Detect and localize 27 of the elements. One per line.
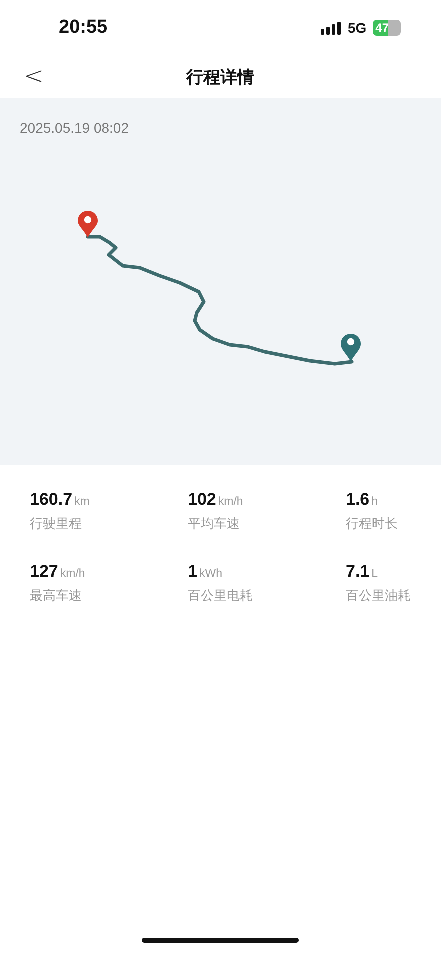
stat-label: 行程时长 bbox=[346, 515, 399, 533]
stat-label: 百公里电耗 bbox=[188, 587, 254, 605]
stat-value: 160.7 bbox=[30, 490, 73, 510]
signal-icon bbox=[320, 22, 342, 34]
network-label: 5G bbox=[348, 20, 367, 36]
stat-value: 102 bbox=[188, 490, 216, 510]
page-title: 行程详情 bbox=[186, 66, 254, 88]
battery-level: 47 bbox=[372, 20, 401, 36]
end-pin-icon bbox=[341, 334, 361, 362]
stat-unit: km/h bbox=[218, 496, 244, 508]
start-pin-icon bbox=[78, 211, 98, 238]
stat-unit: h bbox=[372, 496, 378, 508]
stat-unit: kWh bbox=[199, 568, 222, 580]
stat-unit: L bbox=[372, 568, 378, 580]
stat-value: 7.1 bbox=[346, 562, 370, 582]
trip-datetime: 2025.05.19 08:02 bbox=[20, 120, 129, 136]
stat-unit: km bbox=[74, 496, 90, 508]
stat-value: 1.6 bbox=[346, 490, 370, 510]
status-time: 20:55 bbox=[59, 17, 108, 39]
stat-label: 平均车速 bbox=[188, 515, 241, 533]
stat-value: 1 bbox=[188, 562, 198, 582]
back-button[interactable]: < bbox=[20, 62, 48, 90]
stat-value: 127 bbox=[30, 562, 58, 582]
stat-unit: km/h bbox=[60, 568, 86, 580]
stat-label: 最高车速 bbox=[30, 587, 83, 605]
stat-label: 百公里油耗 bbox=[346, 587, 412, 605]
stat-label: 行驶里程 bbox=[30, 515, 83, 533]
